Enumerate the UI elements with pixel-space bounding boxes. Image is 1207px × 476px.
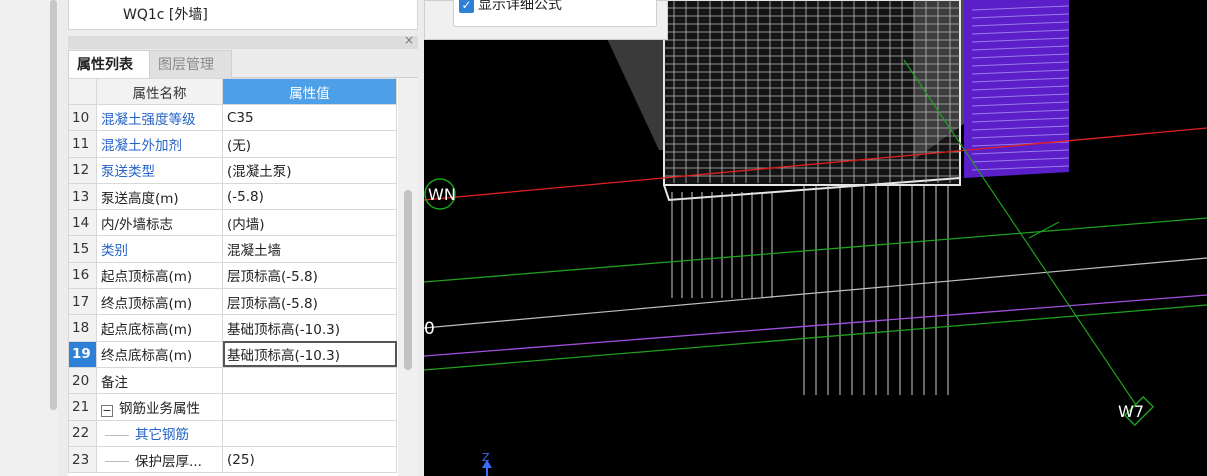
property-name-label: 其它钢筋	[135, 427, 189, 444]
row-number: 23	[68, 445, 97, 474]
panel-close-icon[interactable]: ×	[404, 33, 414, 47]
table-row[interactable]: 11 混凝土外加剂 (无)	[68, 130, 397, 158]
grid-scrollbar[interactable]	[399, 78, 418, 476]
purple-wall	[964, 0, 1069, 178]
property-name[interactable]: 混凝土外加剂	[96, 130, 223, 158]
table-row[interactable]: 13 泵送高度(m) (-5.8)	[68, 182, 397, 211]
property-value[interactable]: C35	[222, 103, 397, 132]
row-number: 19	[68, 340, 97, 368]
3d-viewport[interactable]: WN W7 0 Z ✓ 显示详细公式	[424, 0, 1207, 476]
property-value[interactable]	[222, 393, 397, 421]
table-row[interactable]: 16 起点顶标高(m) 层顶标高(-5.8)	[68, 261, 397, 290]
table-row-selected[interactable]: 19 终点底标高(m) 基础顶标高(-10.3)	[68, 340, 397, 368]
property-name[interactable]: 保护层厚...	[96, 445, 223, 474]
panel-header: ×	[68, 33, 418, 49]
panel-tabs: 属性列表 图层管理	[68, 50, 418, 78]
display-options-panel: ✓ 显示详细公式	[424, 0, 668, 40]
property-name[interactable]: 起点底标高(m)	[96, 314, 223, 342]
property-name-label: 保护层厚...	[135, 453, 202, 470]
collapse-icon[interactable]: −	[101, 404, 113, 417]
property-name[interactable]: 泵送高度(m)	[96, 182, 223, 211]
property-name[interactable]: 终点顶标高(m)	[96, 288, 223, 316]
axis-label-w7: W7	[1118, 402, 1144, 421]
property-value-editing[interactable]: 基础顶标高(-10.3)	[222, 340, 397, 368]
table-row[interactable]: 12 泵送类型 (混凝土泵)	[68, 156, 397, 184]
property-grid: 属性名称 属性值 10 混凝土强度等级 C35 11 混凝土外加剂 (无) 12…	[68, 78, 398, 476]
row-number: 21	[68, 393, 97, 421]
property-value[interactable]: (内墙)	[222, 209, 397, 237]
property-name[interactable]: 其它钢筋	[96, 419, 223, 447]
row-number: 14	[68, 209, 97, 237]
table-row[interactable]: 10 混凝土强度等级 C35	[68, 103, 397, 132]
property-value[interactable]: 混凝土墙	[222, 235, 397, 263]
tab-layer-management[interactable]: 图层管理	[150, 50, 232, 78]
axis-label-zero: 0	[424, 319, 435, 339]
property-value[interactable]: (25)	[222, 445, 397, 474]
property-group[interactable]: − 钢筋业务属性	[96, 393, 223, 421]
left-scrollbar-thumb[interactable]	[50, 0, 57, 410]
row-number: 17	[68, 288, 97, 316]
axis-label-wn: WN	[428, 185, 456, 204]
rebar-stubs	[671, 185, 949, 395]
table-row[interactable]: 20 备注	[68, 366, 397, 395]
show-formula-label: 显示详细公式	[478, 0, 562, 13]
component-list: WQ1c [外墙]	[68, 0, 418, 30]
table-row-group[interactable]: 21 − 钢筋业务属性	[68, 393, 397, 421]
row-number: 15	[68, 235, 97, 263]
header-property-name: 属性名称	[96, 78, 223, 105]
3d-scene[interactable]: WN W7 0 Z	[424, 0, 1207, 476]
property-name[interactable]: 内/外墙标志	[96, 209, 223, 237]
tab-property-list[interactable]: 属性列表	[68, 50, 150, 78]
row-number: 10	[68, 103, 97, 132]
row-number: 18	[68, 314, 97, 342]
row-number: 11	[68, 130, 97, 158]
tree-connector	[105, 434, 129, 436]
row-number: 12	[68, 156, 97, 184]
property-value[interactable]: 层顶标高(-5.8)	[222, 261, 397, 290]
table-row[interactable]: 14 内/外墙标志 (内墙)	[68, 209, 397, 237]
table-row[interactable]: 17 终点顶标高(m) 层顶标高(-5.8)	[68, 288, 397, 316]
property-value[interactable]: 层顶标高(-5.8)	[222, 288, 397, 316]
show-formula-option[interactable]: ✓ 显示详细公式	[453, 0, 657, 27]
property-panel: WQ1c [外墙] × 属性列表 图层管理 属性名称 属性值 10 混凝土强度等…	[58, 0, 424, 476]
property-name[interactable]: 备注	[96, 366, 223, 395]
row-number: 16	[68, 261, 97, 290]
property-name[interactable]: 终点底标高(m)	[96, 340, 223, 368]
header-property-value: 属性值	[222, 78, 397, 105]
property-name[interactable]: 类别	[96, 235, 223, 263]
property-value[interactable]	[222, 419, 397, 447]
property-name[interactable]: 泵送类型	[96, 156, 223, 184]
property-name[interactable]: 起点顶标高(m)	[96, 261, 223, 290]
property-value[interactable]: (混凝土泵)	[222, 156, 397, 184]
checkbox-checked-icon[interactable]: ✓	[459, 0, 474, 13]
table-row[interactable]: 15 类别 混凝土墙	[68, 235, 397, 263]
table-row[interactable]: 22 其它钢筋	[68, 419, 397, 447]
grid-scrollbar-thumb[interactable]	[404, 190, 412, 370]
tree-connector	[105, 461, 129, 462]
property-value[interactable]: (无)	[222, 130, 397, 158]
left-strip	[0, 0, 58, 476]
component-list-item[interactable]: WQ1c [外墙]	[123, 4, 208, 24]
row-number: 13	[68, 182, 97, 211]
table-row[interactable]: 23 保护层厚... (25)	[68, 445, 397, 474]
property-value[interactable]: (-5.8)	[222, 182, 397, 211]
property-name[interactable]: 混凝土强度等级	[96, 103, 223, 132]
property-group-label: 钢筋业务属性	[119, 400, 200, 417]
property-value[interactable]: 基础顶标高(-10.3)	[222, 314, 397, 342]
header-row-number	[68, 78, 97, 105]
row-number: 20	[68, 366, 97, 395]
rebar-cage	[663, 0, 961, 202]
property-value[interactable]	[222, 366, 397, 395]
row-number: 22	[68, 419, 97, 447]
table-row[interactable]: 18 起点底标高(m) 基础顶标高(-10.3)	[68, 314, 397, 342]
